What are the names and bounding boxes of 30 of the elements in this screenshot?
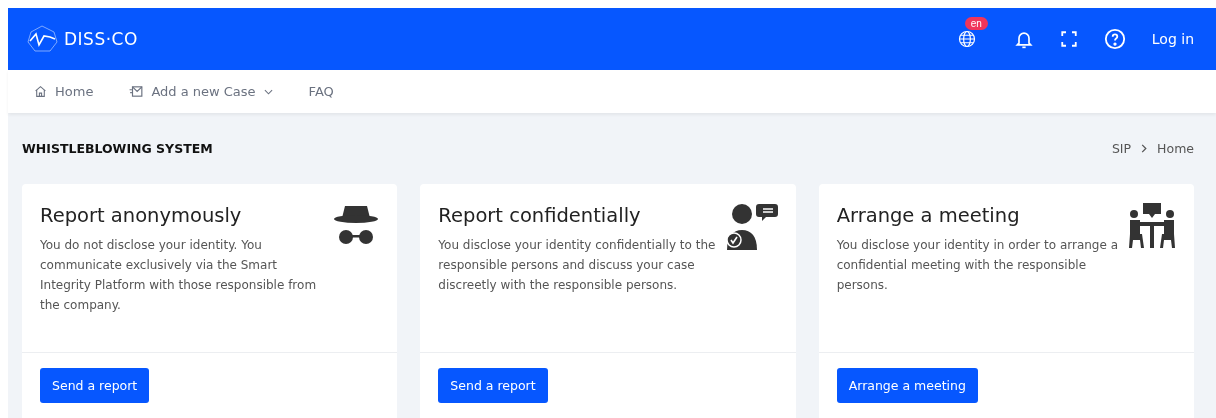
card-title: Report confidentially — [438, 204, 642, 227]
breadcrumb-item[interactable]: SIP — [1111, 141, 1132, 156]
bell-icon[interactable] — [1013, 29, 1034, 49]
action-button[interactable]: Send a report — [40, 368, 150, 403]
chevron-right-icon — [1141, 144, 1148, 153]
language-button[interactable]: en — [957, 17, 988, 48]
fullscreen-icon[interactable] — [1059, 30, 1078, 48]
action-button[interactable]: Send a report — [438, 368, 548, 403]
card-description: You disclose your identity in order to arrange a confidential meeting with the responsible persons. — [836, 237, 1120, 294]
nav-link[interactable]: FAQ — [308, 84, 334, 99]
card-description: You disclose your identity confidentially to the responsible persons and discuss your case discreetly with the responsible persons. — [438, 237, 717, 294]
meeting-icon — [1128, 202, 1176, 248]
home-icon — [34, 85, 47, 98]
breadcrumb-item: Home — [1157, 141, 1194, 156]
language-badge: en — [964, 17, 988, 30]
card-title: Arrange a meeting — [836, 204, 1021, 227]
nav-link[interactable]: Add a new Case — [129, 84, 273, 99]
brand-name: DISS·CO — [64, 29, 138, 49]
nav-link[interactable]: Home — [34, 84, 94, 99]
support-agent-icon — [725, 202, 778, 250]
chevron-down-icon — [263, 88, 273, 95]
action-button[interactable]: Arrange a meeting — [836, 368, 978, 403]
envelope-icon — [129, 85, 144, 98]
page-title: WHISTLEBLOWING SYSTEM — [22, 141, 213, 156]
globe-icon[interactable] — [957, 30, 976, 48]
card-title: Report anonymously — [40, 204, 243, 227]
card-description: You do not disclose your identity. You communicate exclusively via the Smart Integrity Platform with those responsible from the company. — [40, 237, 318, 314]
logo-icon — [26, 25, 58, 53]
login-button[interactable]: Log in — [1151, 31, 1194, 47]
help-icon[interactable] — [1103, 28, 1126, 50]
